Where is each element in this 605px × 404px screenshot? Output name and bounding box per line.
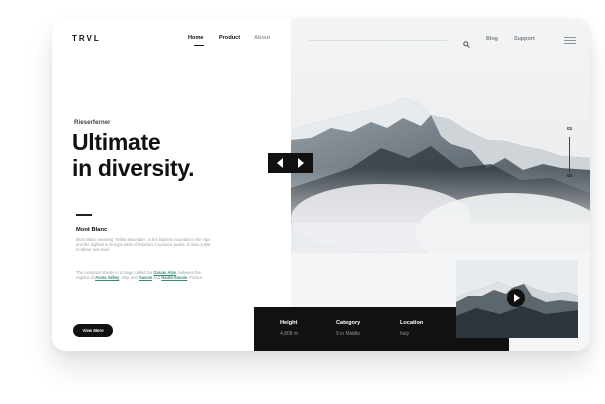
landing-page-card: TRVL Home Product About Blog Support Rie… bbox=[52, 18, 590, 351]
location-text: and bbox=[152, 275, 162, 281]
stat-value-location: Italy bbox=[400, 331, 410, 337]
play-icon bbox=[514, 294, 520, 302]
video-thumbnail[interactable] bbox=[456, 260, 578, 338]
slide-total: 04 bbox=[567, 174, 573, 179]
nav-home[interactable]: Home bbox=[188, 35, 204, 41]
search-field-line[interactable] bbox=[309, 40, 447, 41]
stat-value-height: 4,808 m bbox=[280, 331, 299, 337]
stat-value-category: 9 in Middle bbox=[336, 331, 361, 337]
search-icon[interactable] bbox=[463, 35, 470, 48]
location-text: , France. bbox=[187, 275, 204, 281]
nav-blog[interactable]: Blog bbox=[486, 36, 498, 42]
slide-current: 01 bbox=[567, 127, 573, 132]
nav-about[interactable]: About bbox=[254, 35, 270, 41]
stat-label-height: Height bbox=[280, 320, 298, 326]
nav-product[interactable]: Product bbox=[219, 35, 240, 41]
arrow-left-icon[interactable] bbox=[277, 158, 283, 168]
description-paragraph: Mont Blanc meaning "White Mountain", is … bbox=[76, 237, 211, 253]
slide-progress-line bbox=[569, 137, 570, 173]
location-paragraph: The mountain stands in a range called th… bbox=[76, 270, 211, 280]
section-divider bbox=[76, 214, 92, 216]
hero-eyebrow: Rieserferner bbox=[74, 119, 111, 126]
link-savoie[interactable]: Savoie bbox=[139, 275, 152, 280]
brand-logo[interactable]: TRVL bbox=[72, 34, 101, 43]
link-aosta-valley[interactable]: Aosta Valley bbox=[95, 275, 119, 280]
view-more-button[interactable]: View More bbox=[73, 324, 113, 337]
menu-icon[interactable] bbox=[564, 37, 576, 44]
slider-arrows bbox=[268, 153, 313, 173]
section-subtitle: Mont Blanc bbox=[76, 227, 108, 233]
nav-support[interactable]: Support bbox=[514, 36, 535, 42]
link-haute-savoie[interactable]: Haute-Savoie bbox=[161, 275, 187, 280]
hero-heading: Ultimate in diversity. bbox=[72, 129, 195, 181]
hero-heading-line1: Ultimate bbox=[72, 129, 161, 155]
stat-label-category: Category bbox=[336, 320, 361, 326]
stat-label-location: Location bbox=[400, 320, 424, 326]
arrow-right-icon[interactable] bbox=[298, 158, 304, 168]
play-button[interactable] bbox=[507, 289, 525, 307]
location-text: , Italy, and bbox=[119, 275, 139, 281]
nav-active-indicator bbox=[194, 45, 204, 47]
hero-heading-line2: in diversity. bbox=[72, 155, 195, 181]
